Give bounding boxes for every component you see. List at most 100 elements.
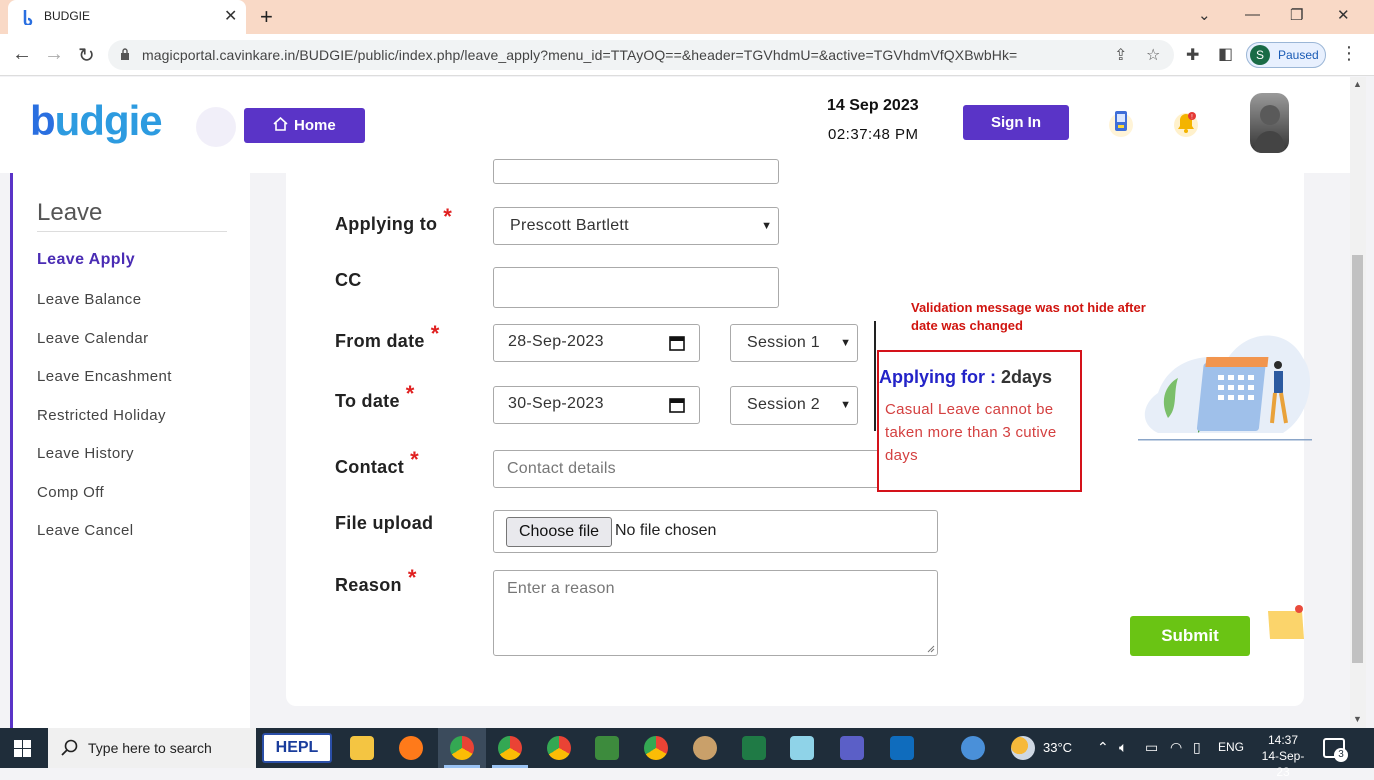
- extensions-icon[interactable]: ✚: [1186, 45, 1199, 65]
- reason-textarea[interactable]: Enter a reason: [493, 570, 938, 656]
- excel-icon[interactable]: [742, 736, 766, 760]
- search-icon: [61, 739, 78, 756]
- profile-button[interactable]: S Paused: [1246, 42, 1326, 68]
- sidebar-item-comp-off[interactable]: Comp Off: [37, 484, 104, 501]
- chrome-icon[interactable]: [498, 736, 522, 760]
- task-manager-icon[interactable]: [595, 736, 619, 760]
- firefox-icon[interactable]: [399, 736, 423, 760]
- page-scrollbar[interactable]: ▲ ▼: [1350, 77, 1366, 728]
- notepad-icon[interactable]: [790, 736, 814, 760]
- back-icon[interactable]: ←: [12, 43, 32, 66]
- contact-input[interactable]: Contact details: [493, 450, 938, 488]
- close-window-icon[interactable]: ✕: [1337, 6, 1350, 24]
- battery-icon[interactable]: ▯: [1193, 739, 1201, 756]
- notification-count: 3: [1334, 748, 1348, 762]
- annotation-divider: [874, 321, 876, 431]
- notification-bell-icon[interactable]: !: [1173, 109, 1199, 137]
- contact-placeholder: Contact details: [507, 460, 616, 477]
- share-icon[interactable]: ⇪: [1114, 45, 1127, 65]
- leave-type-select[interactable]: [493, 159, 779, 184]
- budgie-logo[interactable]: budgie: [30, 97, 163, 145]
- home-icon: [273, 117, 288, 131]
- decorative-circle: [196, 107, 236, 147]
- tray-chevron-icon[interactable]: ⌃: [1097, 739, 1109, 756]
- user-avatar[interactable]: [1250, 93, 1289, 153]
- sidebar-title: Leave: [37, 199, 103, 226]
- applying-to-value: Prescott Bartlett: [510, 217, 629, 234]
- meet-icon[interactable]: ▭: [1145, 739, 1158, 756]
- scroll-up-icon[interactable]: ▲: [1353, 79, 1362, 89]
- tab-title: BUDGIE: [44, 9, 91, 23]
- sidebar-item-leave-history[interactable]: Leave History: [37, 445, 134, 462]
- sidebar-item-leave-encashment[interactable]: Leave Encashment: [37, 368, 172, 385]
- outlook-icon[interactable]: [890, 736, 914, 760]
- reason-placeholder: Enter a reason: [507, 580, 615, 597]
- cc-input[interactable]: [493, 267, 779, 308]
- reload-icon[interactable]: ↻: [78, 43, 95, 68]
- home-button[interactable]: Home: [244, 108, 365, 143]
- vending-machine-icon[interactable]: [1109, 107, 1133, 137]
- windows-start-icon[interactable]: [14, 740, 31, 757]
- calendar-icon[interactable]: [669, 335, 685, 351]
- submit-button[interactable]: Submit: [1130, 616, 1250, 656]
- close-tab-icon[interactable]: ✕: [224, 6, 237, 26]
- contact-label: Contact *: [335, 447, 419, 477]
- hepl-taskbar-app[interactable]: HEPL: [262, 733, 332, 763]
- input-language[interactable]: ENG: [1218, 740, 1244, 754]
- home-label: Home: [294, 117, 336, 134]
- sticky-note-icon[interactable]: [1266, 603, 1308, 641]
- weather-icon[interactable]: [1011, 736, 1035, 760]
- clock-date: 14-Sep-23: [1261, 749, 1305, 779]
- paint-icon[interactable]: [693, 736, 717, 760]
- chevron-down-icon: ▼: [761, 220, 772, 232]
- teams-icon[interactable]: [840, 736, 864, 760]
- from-session-value: Session 1: [747, 334, 820, 351]
- restore-icon[interactable]: ❐: [1290, 6, 1303, 24]
- chrome-icon-2[interactable]: [547, 736, 571, 760]
- bookmark-star-icon[interactable]: ☆: [1146, 45, 1160, 65]
- calendar-icon[interactable]: [669, 397, 685, 413]
- tab-search-chevron-icon[interactable]: ⌄: [1198, 6, 1211, 24]
- address-bar[interactable]: magicportal.cavinkare.in/BUDGIE/public/i…: [108, 40, 1174, 70]
- file-explorer-icon[interactable]: [350, 736, 374, 760]
- sidebar-item-leave-apply[interactable]: Leave Apply: [37, 251, 135, 269]
- profile-avatar: S: [1250, 45, 1270, 65]
- volume-icon[interactable]: 🔈︎: [1119, 739, 1127, 756]
- from-session-select[interactable]: Session 1 ▼: [730, 324, 858, 362]
- applying-to-select[interactable]: Prescott Bartlett ▼: [493, 207, 779, 245]
- wifi-icon[interactable]: ◠: [1170, 739, 1182, 756]
- no-file-text: No file chosen: [615, 522, 717, 539]
- to-date-label: To date *: [335, 381, 415, 411]
- taskbar-search-box[interactable]: Type here to search: [48, 728, 256, 768]
- new-tab-button[interactable]: +: [260, 4, 273, 30]
- reason-label: Reason *: [335, 565, 417, 595]
- scrollbar-thumb[interactable]: [1352, 255, 1363, 663]
- menu-kebab-icon[interactable]: ⋮: [1340, 43, 1358, 64]
- sign-in-button[interactable]: Sign In: [963, 105, 1069, 140]
- to-date-input[interactable]: 30-Sep-2023: [493, 386, 700, 424]
- scroll-down-icon[interactable]: ▼: [1353, 714, 1362, 724]
- minimize-icon[interactable]: —: [1245, 6, 1260, 23]
- from-date-input[interactable]: 28-Sep-2023: [493, 324, 700, 362]
- forward-icon[interactable]: →: [44, 43, 64, 66]
- chevron-down-icon: ▼: [840, 337, 851, 349]
- chrome-icon-3[interactable]: [644, 736, 668, 760]
- help-icon[interactable]: [961, 736, 985, 760]
- resize-handle-icon[interactable]: [927, 645, 935, 653]
- profile-status: Paused: [1278, 48, 1319, 62]
- system-clock[interactable]: 14:37 14-Sep-23: [1255, 732, 1311, 780]
- browser-tab[interactable]: BUDGIE ✕: [8, 0, 246, 34]
- calendar-illustration: [1138, 335, 1312, 441]
- lock-icon: [121, 48, 129, 60]
- sidebar-item-restricted-holiday[interactable]: Restricted Holiday: [37, 407, 166, 424]
- header-time: 02:37:48 PM: [828, 126, 919, 143]
- choose-file-button[interactable]: Choose file: [506, 517, 612, 547]
- to-session-select[interactable]: Session 2 ▼: [730, 386, 858, 425]
- temperature[interactable]: 33°C: [1043, 740, 1072, 755]
- chrome-profile-icon[interactable]: [450, 736, 474, 760]
- leave-sidebar: Leave Leave Apply Leave Balance Leave Ca…: [10, 173, 250, 728]
- sidebar-item-leave-calendar[interactable]: Leave Calendar: [37, 330, 149, 347]
- sidebar-item-leave-cancel[interactable]: Leave Cancel: [37, 522, 134, 539]
- side-panel-icon[interactable]: ◧: [1218, 44, 1233, 64]
- sidebar-item-leave-balance[interactable]: Leave Balance: [37, 291, 141, 308]
